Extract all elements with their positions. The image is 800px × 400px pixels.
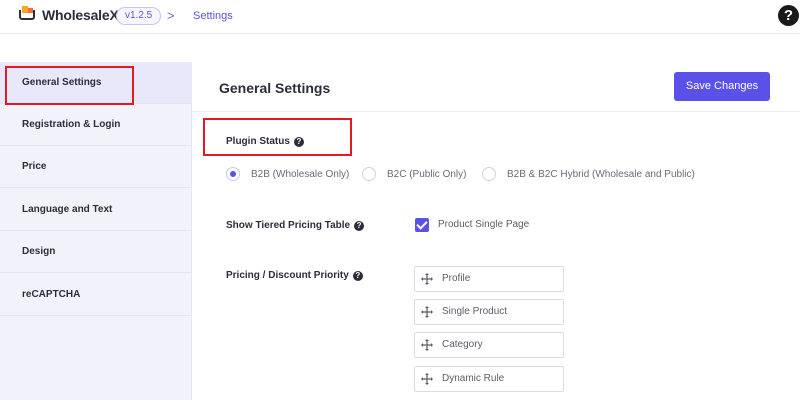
move-arrows-icon[interactable] xyxy=(421,273,433,285)
page-title: General Settings xyxy=(219,80,331,96)
highlight-box-plugin-status xyxy=(203,118,352,156)
version-badge: v1.2.5 xyxy=(116,7,162,25)
radio-option-b2b[interactable]: B2B (Wholesale Only) xyxy=(226,166,349,182)
tiered-pricing-label: Show Tiered Pricing Table? xyxy=(226,220,365,231)
priority-item-category[interactable]: Category xyxy=(414,332,564,358)
sidebar-item-price[interactable]: Price xyxy=(0,146,192,188)
main-header: General Settings Save Changes xyxy=(192,62,800,112)
chevron-right-icon: > xyxy=(167,8,175,23)
priority-item-dynamic-rule[interactable]: Dynamic Rule xyxy=(414,366,564,392)
radio-button[interactable] xyxy=(482,167,496,181)
pricing-priority-label: Pricing / Discount Priority? xyxy=(226,270,363,281)
radio-option-hybrid[interactable]: B2B & B2C Hybrid (Wholesale and Public) xyxy=(482,166,695,182)
save-changes-button[interactable]: Save Changes xyxy=(674,72,770,101)
product-single-page-checkbox[interactable] xyxy=(415,218,429,232)
settings-sidebar: General Settings Registration & Login Pr… xyxy=(0,62,192,400)
logo[interactable]: WholesaleX xyxy=(18,6,119,24)
move-arrows-icon[interactable] xyxy=(421,339,433,351)
question-circle-icon[interactable]: ? xyxy=(354,221,365,231)
move-arrows-icon[interactable] xyxy=(421,373,433,385)
cart-logo-icon xyxy=(18,6,38,24)
sidebar-item-registration-login[interactable]: Registration & Login xyxy=(0,104,192,146)
top-bar: WholesaleX v1.2.5 > Settings ? xyxy=(0,0,800,34)
move-arrows-icon[interactable] xyxy=(421,306,433,318)
radio-button[interactable] xyxy=(362,167,376,181)
highlight-box-general-settings xyxy=(5,66,134,105)
question-circle-icon[interactable]: ? xyxy=(352,271,363,281)
breadcrumb-settings[interactable]: Settings xyxy=(193,10,233,22)
sidebar-item-recaptcha[interactable]: reCAPTCHA xyxy=(0,274,192,316)
radio-option-b2c[interactable]: B2C (Public Only) xyxy=(362,166,466,182)
logo-text: WholesaleX xyxy=(42,7,119,23)
priority-item-profile[interactable]: Profile xyxy=(414,266,564,292)
sidebar-item-language-text[interactable]: Language and Text xyxy=(0,189,192,231)
priority-item-single-product[interactable]: Single Product xyxy=(414,299,564,325)
checkbox-label[interactable]: Product Single Page xyxy=(438,219,529,230)
help-icon[interactable]: ? xyxy=(778,5,799,26)
sidebar-item-design[interactable]: Design xyxy=(0,231,192,273)
radio-button[interactable] xyxy=(226,167,240,181)
